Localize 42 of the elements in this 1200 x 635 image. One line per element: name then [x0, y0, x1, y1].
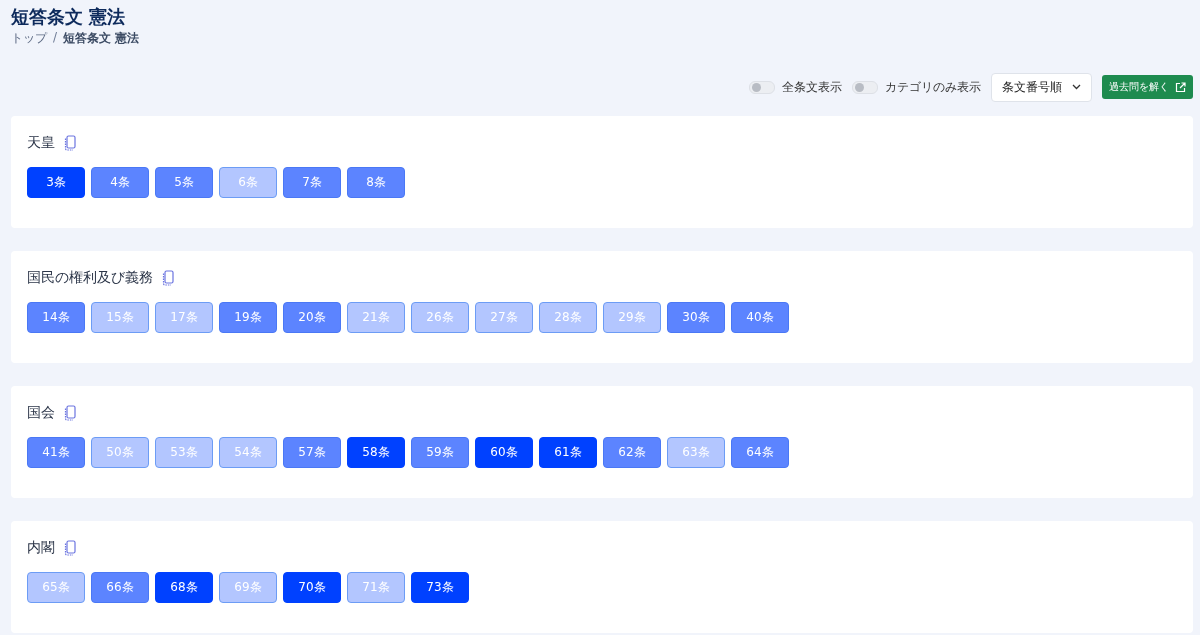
category-title: 国会: [27, 404, 55, 422]
article-button[interactable]: 4条: [91, 167, 149, 198]
category-title: 天皇: [27, 134, 55, 152]
article-button[interactable]: 60条: [475, 437, 533, 468]
article-button[interactable]: 8条: [347, 167, 405, 198]
copy-icon[interactable]: [64, 405, 76, 421]
article-button[interactable]: 70条: [283, 572, 341, 603]
article-button[interactable]: 66条: [91, 572, 149, 603]
article-button[interactable]: 57条: [283, 437, 341, 468]
toggle-label: カテゴリのみ表示: [885, 78, 981, 96]
article-button[interactable]: 3条: [27, 167, 85, 198]
external-link-icon: [1175, 81, 1186, 93]
article-button[interactable]: 61条: [539, 437, 597, 468]
toggle-switch[interactable]: [749, 80, 775, 94]
article-button[interactable]: 73条: [411, 572, 469, 603]
article-button[interactable]: 40条: [731, 302, 789, 333]
article-button[interactable]: 5条: [155, 167, 213, 198]
chevron-down-icon: [1072, 84, 1081, 90]
breadcrumb-separator: /: [53, 30, 58, 46]
toggle-switch[interactable]: [852, 80, 878, 94]
copy-icon[interactable]: [162, 270, 174, 286]
article-button[interactable]: 64条: [731, 437, 789, 468]
category-title: 国民の権利及び義務: [27, 269, 153, 287]
article-button[interactable]: 59条: [411, 437, 469, 468]
breadcrumb-current: 短答条文 憲法: [63, 30, 140, 47]
article-button[interactable]: 62条: [603, 437, 661, 468]
copy-icon[interactable]: [64, 540, 76, 556]
article-button[interactable]: 20条: [283, 302, 341, 333]
article-button[interactable]: 41条: [27, 437, 85, 468]
page-title: 短答条文 憲法: [11, 5, 127, 29]
article-button[interactable]: 14条: [27, 302, 85, 333]
solve-past-questions-button[interactable]: 過去問を解く: [1102, 75, 1193, 99]
toggle-label: 全条文表示: [782, 78, 842, 96]
copy-icon[interactable]: [64, 135, 76, 151]
article-button[interactable]: 7条: [283, 167, 341, 198]
article-button[interactable]: 19条: [219, 302, 277, 333]
article-button[interactable]: 30条: [667, 302, 725, 333]
article-button[interactable]: 68条: [155, 572, 213, 603]
sort-dropdown[interactable]: 条文番号順: [991, 72, 1092, 102]
category-title: 内閣: [27, 539, 55, 557]
article-button[interactable]: 58条: [347, 437, 405, 468]
breadcrumb-link[interactable]: トップ: [11, 30, 47, 47]
